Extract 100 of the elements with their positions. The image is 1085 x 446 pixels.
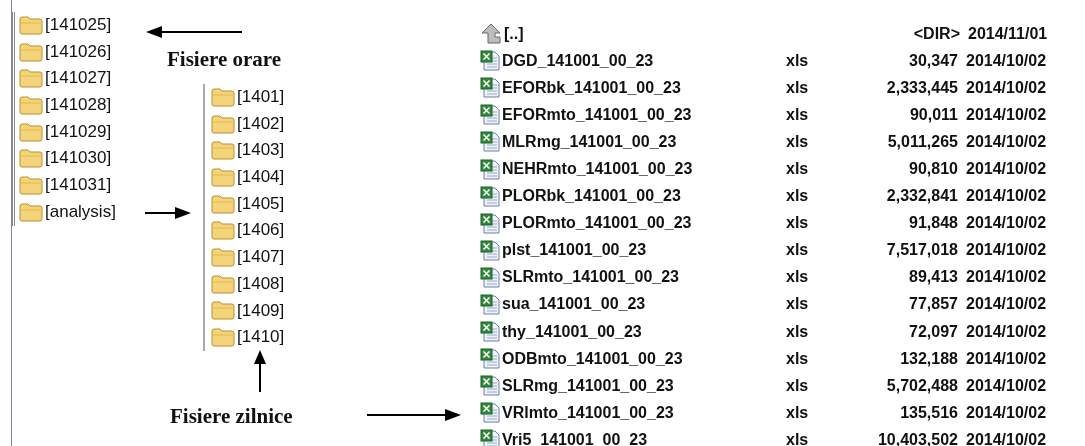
file-date: 2014/10/02 <box>966 429 1047 446</box>
file-name[interactable]: [..] <box>504 21 788 46</box>
file-name[interactable]: plst_141001_00_23 <box>502 238 786 263</box>
file-date: 2014/10/02 <box>966 104 1047 125</box>
file-extension: xls <box>786 429 810 446</box>
folder-name[interactable]: [141029] <box>45 118 112 146</box>
file-name[interactable]: PLORbk_141001_00_23 <box>502 184 786 209</box>
file-name[interactable]: sua_141001_00_23 <box>502 292 786 317</box>
file-name[interactable]: DGD_141001_00_23 <box>502 48 786 73</box>
file-size: 90,011 <box>908 104 958 125</box>
file-date: 2014/10/02 <box>966 77 1047 98</box>
spreadsheet-file-icon <box>480 266 500 288</box>
spreadsheet-file-icon <box>480 429 500 446</box>
folder-name[interactable]: [141031] <box>45 172 112 199</box>
folder-icon <box>19 202 43 222</box>
arrow <box>254 350 266 392</box>
file-date: 2014/10/02 <box>966 348 1047 369</box>
file-date: 2014/10/02 <box>966 267 1047 288</box>
file-size: 7,517,018 <box>885 240 958 261</box>
file-size: 5,702,488 <box>885 375 958 396</box>
folder-icon <box>211 247 235 267</box>
file-date: 2014/10/02 <box>966 186 1047 207</box>
file-extension: xls <box>786 50 810 71</box>
folder-name[interactable]: [141030] <box>45 145 112 173</box>
file-date: 2014/11/01 <box>968 23 1048 44</box>
file-date: 2014/10/02 <box>966 294 1047 315</box>
folder-name[interactable]: [1409] <box>237 297 285 325</box>
file-date: 2014/10/02 <box>966 131 1047 152</box>
folder-name[interactable]: [1404] <box>237 164 285 191</box>
file-extension: xls <box>786 131 810 152</box>
arrow <box>145 207 191 219</box>
file-date: 2014/10/02 <box>966 402 1047 423</box>
spreadsheet-file-icon <box>480 294 500 315</box>
file-extension: xls <box>786 348 810 369</box>
folder-icon <box>211 328 235 348</box>
folder-icon <box>211 301 235 321</box>
file-extension: xls <box>786 402 810 423</box>
file-size: 135,516 <box>899 402 958 423</box>
caption: Fisiere zilnice <box>170 403 293 430</box>
folder-name[interactable]: [analysis] <box>45 198 116 226</box>
folder-icon <box>211 141 235 161</box>
folder-icon <box>19 69 43 89</box>
up-arrow-icon <box>480 23 502 45</box>
folder-name[interactable]: [1408] <box>237 270 285 298</box>
folder-name[interactable]: [141028] <box>45 92 112 119</box>
file-name[interactable]: EFORbk_141001_00_23 <box>502 75 786 100</box>
folder-icon <box>211 167 235 187</box>
folder-name[interactable]: [1403] <box>237 137 285 165</box>
folder-icon <box>19 122 43 142</box>
folder-name[interactable]: [141026] <box>45 38 112 66</box>
folder-name[interactable]: [1407] <box>237 244 285 271</box>
file-name[interactable]: PLORmto_141001_00_23 <box>502 211 786 236</box>
file-size: 2,333,445 <box>885 77 958 98</box>
file-size: 2,332,841 <box>885 186 958 207</box>
file-name[interactable]: thy_141001_00_23 <box>502 319 786 344</box>
spreadsheet-file-icon <box>480 402 500 424</box>
folder-icon <box>19 42 43 62</box>
file-size: <DIR> <box>912 23 960 44</box>
folder-icon <box>19 149 43 169</box>
file-extension: xls <box>786 240 810 261</box>
file-date: 2014/10/02 <box>966 321 1047 342</box>
folder-icon <box>211 114 235 134</box>
folder-name[interactable]: [1402] <box>237 110 285 138</box>
file-extension: xls <box>786 267 810 288</box>
folder-name[interactable]: [1406] <box>237 217 285 245</box>
folder-icon <box>19 15 43 35</box>
folder-name[interactable]: [141025] <box>45 12 112 39</box>
spreadsheet-file-icon <box>480 239 500 261</box>
file-name[interactable]: Vri5_141001_00_23 <box>502 427 786 446</box>
file-name[interactable]: NEHRmto_141001_00_23 <box>502 157 786 181</box>
file-size: 89,413 <box>908 267 958 288</box>
file-name[interactable]: MLRmg_141001_00_23 <box>502 129 786 154</box>
folder-icon <box>211 221 235 241</box>
file-size: 90,810 <box>908 159 958 179</box>
file-name[interactable]: ODBmto_141001_00_23 <box>502 346 786 371</box>
file-name[interactable]: VRlmto_141001_00_23 <box>502 400 786 425</box>
file-size: 72,097 <box>908 321 958 342</box>
spreadsheet-file-icon <box>480 348 500 370</box>
file-date: 2014/10/02 <box>966 159 1047 179</box>
spreadsheet-file-icon <box>480 77 500 99</box>
spreadsheet-file-icon <box>480 131 500 153</box>
folder-name[interactable]: [1405] <box>237 190 285 218</box>
folder-icon <box>19 175 43 195</box>
file-extension: xls <box>786 375 810 396</box>
file-date: 2014/10/02 <box>966 375 1047 396</box>
spreadsheet-file-icon <box>480 185 500 207</box>
spreadsheet-file-icon <box>480 158 500 180</box>
file-size: 77,857 <box>908 294 958 315</box>
folder-name[interactable]: [141027] <box>45 65 112 93</box>
caption: Fisiere orare <box>167 46 282 73</box>
file-name[interactable]: SLRmg_141001_00_23 <box>502 373 786 398</box>
folder-name[interactable]: [1401] <box>237 84 285 111</box>
file-name[interactable]: EFORmto_141001_00_23 <box>502 102 786 127</box>
folder-icon <box>211 194 235 214</box>
file-name[interactable]: SLRmto_141001_00_23 <box>502 265 786 290</box>
file-extension: xls <box>786 159 810 179</box>
file-size: 91,848 <box>908 213 958 234</box>
spreadsheet-file-icon <box>480 321 500 343</box>
folder-icon <box>211 87 235 107</box>
folder-name[interactable]: [1410] <box>237 324 285 351</box>
